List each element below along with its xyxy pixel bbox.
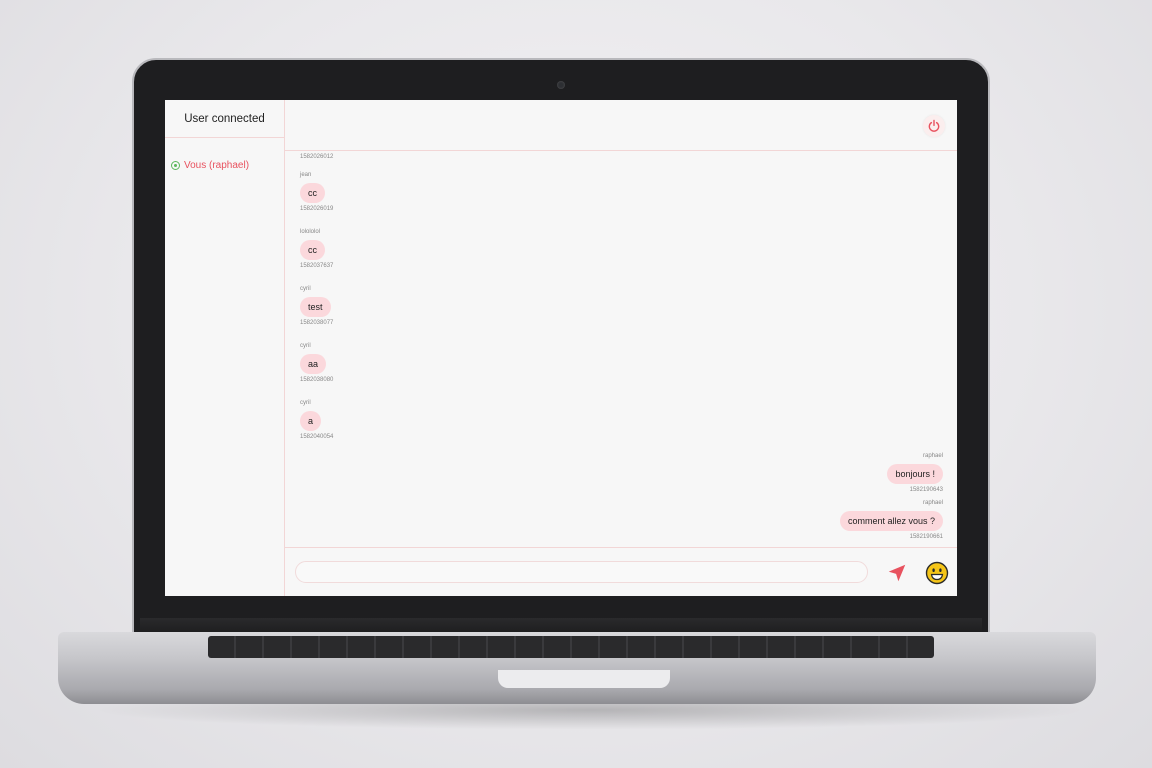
- message-timestamp: 1582040054: [300, 434, 334, 440]
- message-timestamp: 1582038080: [300, 377, 334, 383]
- message-bubble: cc: [300, 240, 325, 260]
- logout-button[interactable]: [923, 115, 945, 137]
- emoji-icon: [925, 561, 949, 585]
- message-stamp-partial: 1582026012: [300, 154, 334, 160]
- message-item-own: raphael comment allez vous ? 1582190661: [839, 500, 943, 541]
- webcam: [557, 81, 565, 89]
- message-timestamp: 1582026019: [300, 206, 334, 212]
- message-bubble: test: [300, 297, 331, 317]
- emoji-button[interactable]: [925, 561, 949, 585]
- message-sender: raphael: [922, 453, 943, 459]
- message-composer: [285, 547, 957, 596]
- message-bubble: aa: [300, 354, 327, 374]
- user-list-item[interactable]: Vous (raphael): [171, 160, 284, 171]
- message-bubble: a: [300, 411, 322, 431]
- message-input[interactable]: [295, 561, 868, 583]
- message-sender: cyril: [300, 286, 311, 292]
- message-bubble: cc: [300, 183, 325, 203]
- send-arrow-icon: [888, 564, 906, 582]
- message-timestamp: 1582037637: [300, 263, 334, 269]
- message-timestamp: 1582190643: [909, 487, 943, 493]
- message-item: jean cc 1582026019: [300, 172, 333, 213]
- online-status-icon: [171, 161, 180, 170]
- message-sender: lolololol: [300, 229, 321, 235]
- message-sender: jean: [300, 172, 312, 178]
- sidebar-title: User connected: [165, 100, 284, 138]
- chat-header: [285, 100, 957, 151]
- message-item: cyril aa 1582038080: [300, 343, 333, 384]
- app-screen: User connected Vous (raphael) 1582026012…: [165, 100, 957, 596]
- sidebar: User connected Vous (raphael): [165, 100, 285, 596]
- power-icon: [928, 119, 940, 132]
- message-bubble: comment allez vous ?: [839, 511, 943, 531]
- user-name: Vous (raphael): [184, 160, 250, 171]
- message-timestamp: 1582190661: [909, 534, 943, 540]
- message-item: cyril a 1582040054: [300, 400, 333, 441]
- message-sender: cyril: [300, 400, 311, 406]
- message-item-own: raphael bonjours ! 1582190643: [887, 453, 943, 494]
- trackpad-notch: [498, 670, 670, 688]
- message-item: cyril test 1582038077: [300, 286, 333, 327]
- message-bubble: bonjours !: [887, 464, 943, 484]
- message-list[interactable]: 1582026012 jean cc 1582026019 lolololol …: [285, 151, 957, 546]
- send-button[interactable]: [886, 562, 908, 584]
- keyboard: [208, 636, 934, 658]
- message-sender: cyril: [300, 343, 311, 349]
- message-sender: raphael: [922, 500, 943, 506]
- message-item: lolololol cc 1582037637: [300, 229, 333, 270]
- message-timestamp: 1582038077: [300, 320, 334, 326]
